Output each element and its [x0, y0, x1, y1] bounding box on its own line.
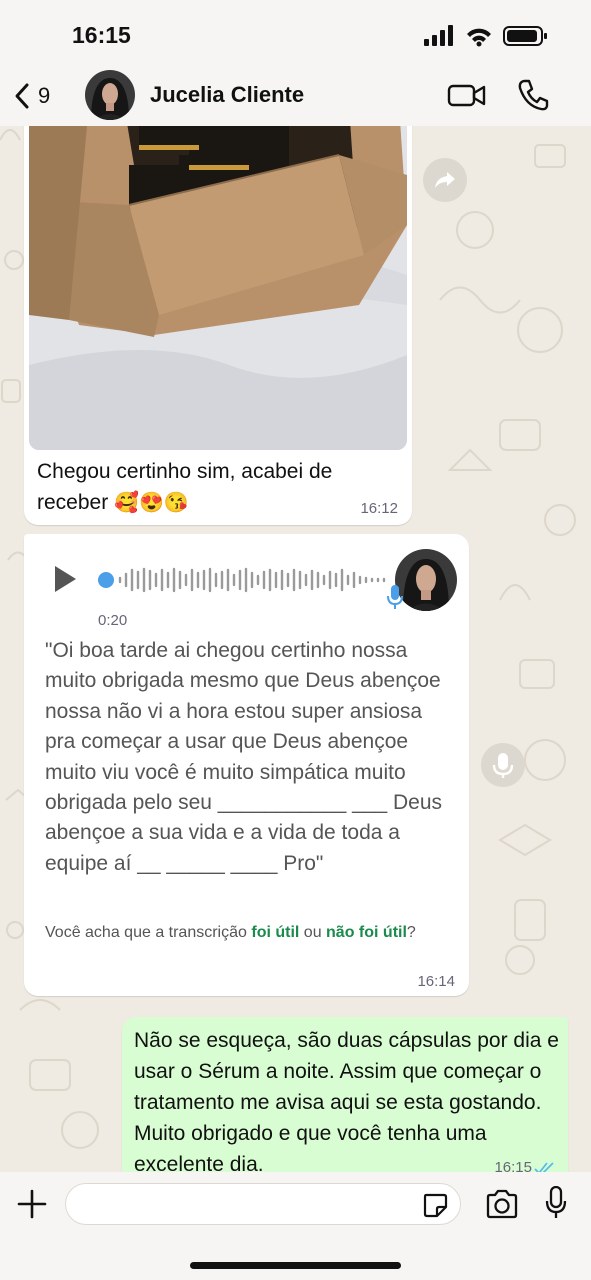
mic-icon	[492, 753, 514, 778]
sender-avatar	[395, 549, 457, 611]
chat-screen: 16:15 9 Jucelia Cliente Chegou certinho …	[0, 0, 591, 1280]
outgoing-message-text: Não se esqueça, são duas cápsulas por di…	[134, 1029, 559, 1176]
back-chevron-icon	[15, 83, 29, 109]
back-button[interactable]: 9	[14, 78, 50, 114]
feedback-prefix: Você acha que a transcrição	[45, 924, 252, 941]
video-camera-icon[interactable]	[447, 80, 487, 110]
home-indicator	[190, 1262, 401, 1269]
caption-emojis: 🥰😍😘	[114, 492, 189, 514]
unread-count: 9	[38, 83, 51, 108]
play-icon[interactable]	[52, 564, 78, 594]
incoming-voice-message[interactable]: 0:20 "Oi boa tarde ai chegou certinho no…	[24, 534, 469, 996]
voice-record-icon[interactable]	[545, 1186, 567, 1220]
voice-transcript: "Oi boa tarde ai chegou certinho nossa m…	[45, 639, 443, 875]
message-timestamp: 16:12	[360, 500, 398, 517]
contact-avatar[interactable]	[85, 70, 135, 120]
sticker-icon[interactable]	[422, 1192, 448, 1218]
photo-caption: Chegou certinho sim, acabei de receber 🥰…	[37, 456, 357, 519]
forward-icon	[435, 172, 455, 188]
transcript-feedback: Você acha que a transcrição foi útil ou …	[45, 921, 445, 945]
contact-name[interactable]: Jucelia Cliente	[150, 82, 304, 108]
feedback-not-useful-link[interactable]: não foi útil	[326, 924, 407, 941]
status-time: 16:15	[72, 22, 131, 48]
chat-header: 16:15 9 Jucelia Cliente	[0, 0, 591, 126]
transcribe-button[interactable]	[481, 743, 525, 787]
outgoing-message[interactable]: Não se esqueça, são duas cápsulas por di…	[122, 1017, 568, 1187]
composer-bar	[0, 1172, 591, 1280]
message-input[interactable]	[80, 1190, 414, 1220]
feedback-suffix: ?	[406, 924, 416, 941]
package-photo[interactable]	[29, 105, 407, 450]
feedback-useful-link[interactable]: foi útil	[251, 924, 299, 941]
feedback-or: ou	[299, 924, 327, 941]
message-input-container[interactable]	[65, 1183, 461, 1225]
voice-waveform[interactable]	[96, 564, 396, 596]
phone-icon[interactable]	[516, 78, 550, 112]
incoming-photo-message[interactable]: Chegou certinho sim, acabei de receber 🥰…	[24, 100, 412, 525]
voice-duration: 0:20	[98, 612, 128, 629]
forward-button[interactable]	[423, 158, 467, 202]
camera-icon[interactable]	[485, 1189, 519, 1219]
status-indicators-icon	[424, 25, 547, 47]
message-timestamp: 16:14	[417, 973, 455, 990]
mic-icon	[387, 585, 403, 609]
plus-icon[interactable]	[16, 1188, 48, 1220]
